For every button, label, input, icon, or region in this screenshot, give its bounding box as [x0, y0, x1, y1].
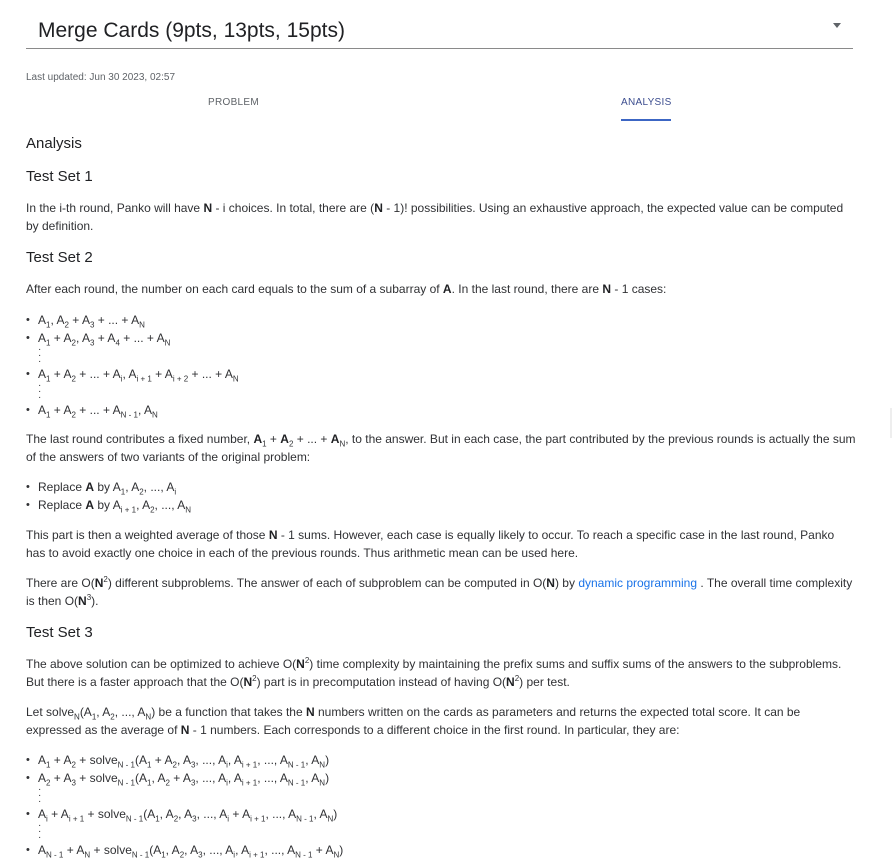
page-title: Merge Cards (9pts, 13pts, 15pts) — [38, 19, 345, 42]
list-item: AN - 1 + AN + solveN - 1(A1, A2, A3, ...… — [26, 841, 343, 859]
heading-test-set-2: Test Set 2 — [26, 249, 93, 266]
vertical-ellipsis: · · · — [38, 784, 42, 807]
heading-analysis: Analysis — [26, 135, 82, 152]
paragraph: Let solveN(A1, A2, ..., AN) be a functio… — [26, 705, 801, 737]
solve-list: A1 + A2 + solveN - 1(A1 + A2, A3, ..., A… — [26, 751, 343, 859]
tab-analysis[interactable]: ANALYSIS — [621, 97, 672, 108]
problem-title-header[interactable]: Merge Cards (9pts, 13pts, 15pts) — [26, 0, 853, 49]
list-item: A1 + A2 + ... + AN - 1, AN — [26, 401, 239, 419]
list-item: Replace A by A1, A2, ..., Ai — [26, 478, 191, 496]
last-updated-text: Last updated: Jun 30 2023, 02:57 — [26, 72, 176, 83]
tab-problem[interactable]: PROBLEM — [208, 97, 259, 108]
list-item: Ai + Ai + 1 + solveN - 1(A1, A2, A3, ...… — [26, 805, 343, 823]
list-item: A1 + A2, A3 + A4 + ... + AN — [26, 329, 239, 347]
list-item: A1, A2 + A3 + ... + AN — [26, 311, 239, 329]
vertical-ellipsis: · · · — [38, 380, 42, 403]
paragraph: In the i-th round, Panko will have N - i… — [26, 201, 844, 233]
case-list: A1, A2 + A3 + ... + AN A1 + A2, A3 + A4 … — [26, 311, 239, 419]
list-item: A1 + A2 + ... + Ai, Ai + 1 + Ai + 2 + ..… — [26, 365, 239, 383]
dynamic-programming-link[interactable]: dynamic programming — [578, 576, 697, 590]
list-item: A2 + A3 + solveN - 1(A1, A2 + A3, ..., A… — [26, 769, 343, 787]
paragraph: The above solution can be optimized to a… — [26, 656, 842, 690]
heading-test-set-3: Test Set 3 — [26, 624, 93, 641]
paragraph: The last round contributes a fixed numbe… — [26, 432, 856, 464]
list-item: A1 + A2 + solveN - 1(A1 + A2, A3, ..., A… — [26, 751, 343, 769]
tab-active-indicator — [621, 119, 671, 121]
list-item: Replace A by Ai + 1, A2, ..., AN — [26, 496, 191, 514]
heading-test-set-1: Test Set 1 — [26, 168, 93, 185]
paragraph: There are O(N2) different subproblems. T… — [26, 575, 853, 609]
vertical-ellipsis: · · · — [38, 344, 42, 367]
vertical-ellipsis: · · · — [38, 820, 42, 843]
paragraph: After each round, the number on each car… — [26, 282, 667, 296]
paragraph: This part is then a weighted average of … — [26, 528, 835, 560]
chevron-down-icon[interactable] — [833, 23, 841, 28]
variant-list: Replace A by A1, A2, ..., Ai Replace A b… — [26, 478, 191, 514]
